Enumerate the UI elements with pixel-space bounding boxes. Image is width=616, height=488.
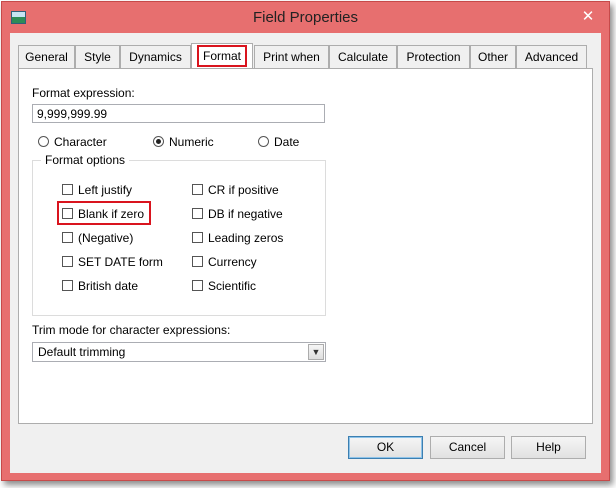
checkbox-cr-if-positive-box [192, 184, 203, 195]
radio-date[interactable]: Date [258, 134, 318, 150]
ok-button[interactable]: OK [348, 436, 423, 459]
checkbox-scientific[interactable]: Scientific [192, 278, 307, 294]
tab-dynamics[interactable]: Dynamics [120, 45, 191, 68]
radio-date-label: Date [274, 135, 300, 149]
help-button[interactable]: Help [511, 436, 586, 459]
checkbox-currency-box [192, 256, 203, 267]
tab-general-label: General [25, 50, 68, 64]
radio-numeric-circle [153, 136, 164, 147]
radio-character-circle [38, 136, 49, 147]
checkbox-leading-zeros-box [192, 232, 203, 243]
format-tab-panel: Format expression: 9,999,999.99 Characte… [18, 68, 593, 424]
format-options-title: Format options [41, 153, 130, 167]
tab-format-label: Format [196, 45, 248, 67]
checkbox-scientific-box [192, 280, 203, 291]
tab-other[interactable]: Other [470, 45, 516, 68]
checkbox-british-date[interactable]: British date [62, 278, 172, 294]
checkbox-leading-zeros[interactable]: Leading zeros [192, 230, 307, 246]
checkbox-leading-zeros-label: Leading zeros [208, 231, 284, 245]
tab-dynamics-label: Dynamics [129, 50, 182, 64]
checkbox-currency[interactable]: Currency [192, 254, 307, 270]
format-expression-label: Format expression: [32, 86, 135, 100]
radio-numeric-label: Numeric [169, 135, 214, 149]
checkbox-negative[interactable]: (Negative) [62, 230, 172, 246]
tab-style[interactable]: Style [75, 45, 120, 68]
checkbox-left-justify-label: Left justify [78, 183, 133, 197]
tab-print-when-label: Print when [263, 50, 320, 64]
checkbox-british-date-box [62, 280, 73, 291]
chevron-down-icon[interactable]: ▼ [308, 344, 324, 360]
checkbox-british-date-label: British date [78, 279, 139, 293]
close-icon[interactable]: ✕ [575, 8, 601, 26]
tab-advanced[interactable]: Advanced [516, 45, 587, 68]
title-bar[interactable]: Field Properties ✕ [2, 2, 609, 32]
tab-general[interactable]: General [18, 45, 75, 68]
checkbox-negative-box [62, 232, 73, 243]
checkbox-db-if-negative-box [192, 208, 203, 219]
trim-mode-value: Default trimming [38, 345, 126, 359]
tab-style-label: Style [84, 50, 111, 64]
checkbox-db-if-negative[interactable]: DB if negative [192, 206, 307, 222]
trim-mode-select[interactable]: Default trimming ▼ [32, 342, 326, 362]
checkbox-scientific-label: Scientific [208, 279, 257, 293]
dialog-client-area: General Style Dynamics Format Print when… [10, 33, 601, 473]
radio-date-circle [258, 136, 269, 147]
tab-print-when[interactable]: Print when [254, 45, 329, 68]
cancel-button[interactable]: Cancel [430, 436, 505, 459]
tab-format[interactable]: Format [191, 43, 253, 68]
checkbox-set-date-format-box [62, 256, 73, 267]
trim-mode-label: Trim mode for character expressions: [32, 323, 231, 337]
checkbox-left-justify-box [62, 184, 73, 195]
window-title: Field Properties [252, 9, 359, 26]
format-expression-input[interactable]: 9,999,999.99 [32, 104, 325, 123]
tab-protection[interactable]: Protection [397, 45, 470, 68]
checkbox-set-date-format[interactable]: SET DATE format [62, 254, 163, 270]
checkbox-cr-if-positive[interactable]: CR if positive [192, 182, 307, 198]
checkbox-left-justify[interactable]: Left justify [62, 182, 172, 198]
tab-calculate[interactable]: Calculate [329, 45, 397, 68]
checkbox-set-date-format-label: SET DATE format [78, 255, 163, 269]
tab-advanced-label: Advanced [524, 50, 579, 64]
checkbox-negative-label: (Negative) [78, 231, 134, 245]
checkbox-cr-if-positive-label: CR if positive [208, 183, 279, 197]
field-properties-window: Field Properties ✕ General Style Dynamic… [1, 1, 610, 481]
checkbox-currency-label: Currency [208, 255, 257, 269]
checkbox-db-if-negative-label: DB if negative [208, 207, 283, 221]
tab-protection-label: Protection [406, 50, 461, 64]
tab-other-label: Other [477, 50, 508, 64]
blank-if-zero-highlight [57, 201, 151, 225]
radio-character-label: Character [54, 135, 107, 149]
radio-character[interactable]: Character [38, 134, 118, 150]
tab-calculate-label: Calculate [337, 50, 389, 64]
radio-numeric[interactable]: Numeric [153, 134, 233, 150]
